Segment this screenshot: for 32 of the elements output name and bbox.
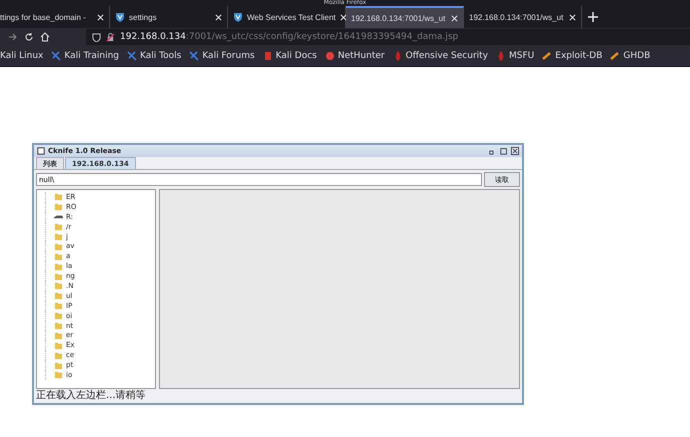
circle-icon [324, 51, 335, 61]
shield-icon [233, 12, 243, 22]
close-icon[interactable] [511, 147, 519, 155]
address-bar[interactable]: 192.168.0.134:7001/ws_utc/css/config/keystore/1641983395494_dama.jsp [86, 29, 690, 45]
shield-icon [92, 32, 101, 42]
bookmark-link[interactable]: Kali Training [51, 51, 120, 61]
tab-title: Web Services Test Client [247, 12, 336, 22]
document-icon [262, 51, 273, 61]
bookmark-link[interactable]: Exploit-DB [542, 51, 602, 61]
browser-tab[interactable]: 192.168.0.134:7001/ws_ut [346, 6, 464, 28]
tab-title: ttings for base_domain - [0, 12, 87, 22]
tab-title: settings [129, 12, 158, 22]
bookmark-link[interactable]: Offensive Security [392, 51, 488, 61]
bookmark-link[interactable]: Kali Docs [262, 51, 317, 61]
shield-icon [115, 12, 125, 22]
status-text: 正在载入左边栏...请稍等 [35, 389, 147, 403]
maximize-icon[interactable] [500, 147, 508, 155]
bookmark-link[interactable]: Kali Linux [0, 51, 44, 61]
bookmark-link[interactable]: Kali Tools [127, 51, 182, 61]
plus-icon[interactable] [588, 12, 598, 22]
tab-title: 192.168.0.134:7001/ws_ut [351, 14, 446, 22]
url-text: 192.168.0.134:7001/ws_utc/css/config/keystore/1641983395494_dama.jsp [120, 32, 458, 42]
bookmark-link[interactable]: MSFU [496, 51, 534, 61]
bookmark-link[interactable]: GHDB [610, 51, 650, 61]
home-icon[interactable] [40, 32, 50, 42]
forward-icon[interactable] [8, 32, 18, 42]
reload-icon[interactable] [24, 32, 34, 42]
lock-warning-icon [106, 32, 115, 42]
bookmark-link[interactable]: Kali Forums [189, 51, 255, 61]
window-icon [37, 147, 45, 155]
tab-title: 192.168.0.134:7001/ws_ut [469, 12, 564, 22]
bookmark-link[interactable]: NetHunter [324, 51, 385, 61]
